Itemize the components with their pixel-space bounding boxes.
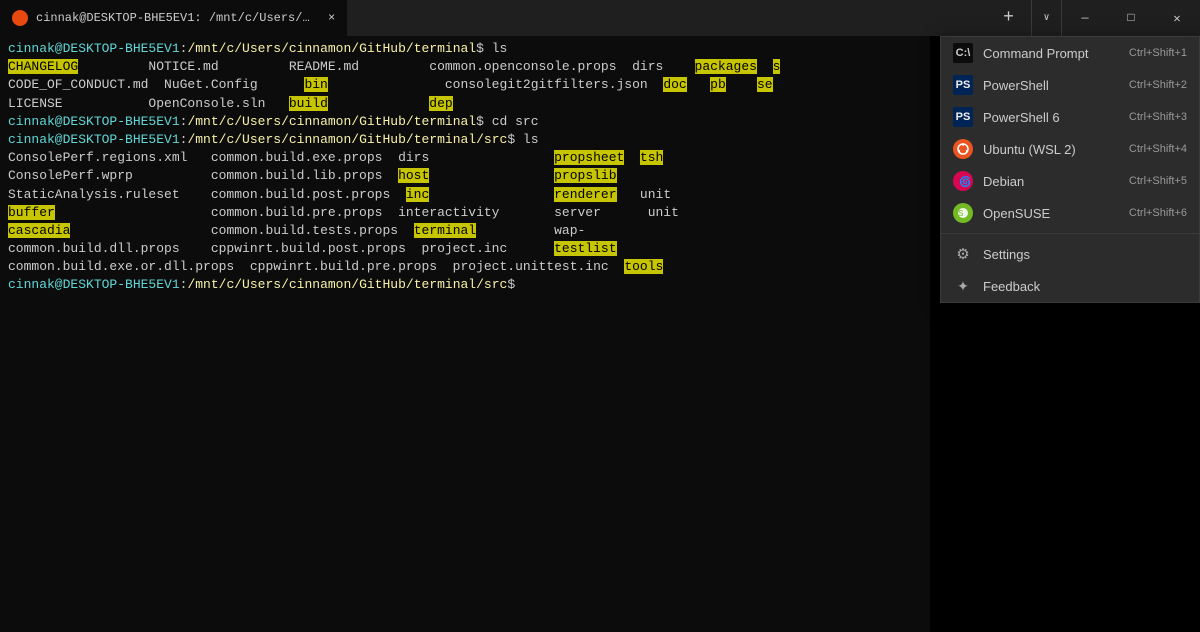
menu-label-ubuntu: Ubuntu (WSL 2) — [983, 142, 1119, 157]
tab-close-button[interactable]: × — [328, 11, 335, 25]
menu-item-debian[interactable]: 🌀 Debian Ctrl+Shift+5 — [941, 165, 1199, 197]
menu-label-settings: Settings — [983, 247, 1187, 262]
ps-icon: PS — [953, 75, 973, 95]
window-controls: — □ ✕ — [1062, 0, 1200, 36]
menu-divider — [941, 233, 1199, 234]
menu-label-opensuse: OpenSUSE — [983, 206, 1119, 221]
ubuntu-icon — [953, 139, 973, 159]
profile-dropdown-button[interactable]: ∨ — [1032, 0, 1062, 36]
menu-item-ps6[interactable]: PS PowerShell 6 Ctrl+Shift+3 — [941, 101, 1199, 133]
terminal-tab[interactable]: cinnak@DESKTOP-BHE5EV1: /mnt/c/Users/cin… — [0, 0, 347, 36]
menu-item-ubuntu[interactable]: Ubuntu (WSL 2) Ctrl+Shift+4 — [941, 133, 1199, 165]
terminal-area: cinnak@DESKTOP-BHE5EV1:/mnt/c/Users/cinn… — [0, 36, 930, 632]
menu-shortcut-ps: Ctrl+Shift+2 — [1129, 79, 1187, 91]
menu-label-ps: PowerShell — [983, 78, 1119, 93]
svg-text:S: S — [958, 209, 963, 218]
menu-shortcut-ubuntu: Ctrl+Shift+4 — [1129, 143, 1187, 155]
menu-item-cmd[interactable]: C:\ Command Prompt Ctrl+Shift+1 — [941, 37, 1199, 69]
menu-item-feedback[interactable]: ✦ Feedback — [941, 270, 1199, 302]
opensuse-icon: S — [953, 203, 973, 223]
menu-item-opensuse[interactable]: S OpenSUSE Ctrl+Shift+6 — [941, 197, 1199, 229]
title-bar-left: cinnak@DESKTOP-BHE5EV1: /mnt/c/Users/cin… — [0, 0, 986, 36]
menu-shortcut-opensuse: Ctrl+Shift+6 — [1129, 207, 1187, 219]
maximize-button[interactable]: □ — [1108, 0, 1154, 36]
svg-text:🌀: 🌀 — [959, 175, 970, 188]
menu-shortcut-cmd: Ctrl+Shift+1 — [1129, 47, 1187, 59]
menu-label-feedback: Feedback — [983, 279, 1187, 294]
menu-label-ps6: PowerShell 6 — [983, 110, 1119, 125]
profile-dropdown-menu: C:\ Command Prompt Ctrl+Shift+1 PS Power… — [940, 36, 1200, 303]
terminal-output: cinnak@DESKTOP-BHE5EV1:/mnt/c/Users/cinn… — [8, 40, 922, 295]
ps6-icon: PS — [953, 107, 973, 127]
cmd-icon: C:\ — [953, 43, 973, 63]
debian-icon: 🌀 — [953, 171, 973, 191]
menu-shortcut-debian: Ctrl+Shift+5 — [1129, 175, 1187, 187]
minimize-button[interactable]: — — [1062, 0, 1108, 36]
menu-label-debian: Debian — [983, 174, 1119, 189]
new-tab-button[interactable]: + — [986, 0, 1032, 36]
settings-icon: ⚙ — [953, 244, 973, 264]
feedback-icon: ✦ — [953, 276, 973, 296]
tab-title: cinnak@DESKTOP-BHE5EV1: /mnt/c/Users/cin… — [36, 11, 316, 25]
title-bar: cinnak@DESKTOP-BHE5EV1: /mnt/c/Users/cin… — [0, 0, 1200, 36]
menu-label-cmd: Command Prompt — [983, 46, 1119, 61]
menu-item-ps[interactable]: PS PowerShell Ctrl+Shift+2 — [941, 69, 1199, 101]
ubuntu-tab-icon — [12, 10, 28, 26]
title-bar-right: + ∨ — □ ✕ — [986, 0, 1200, 36]
menu-item-settings[interactable]: ⚙ Settings — [941, 238, 1199, 270]
menu-shortcut-ps6: Ctrl+Shift+3 — [1129, 111, 1187, 123]
close-button[interactable]: ✕ — [1154, 0, 1200, 36]
